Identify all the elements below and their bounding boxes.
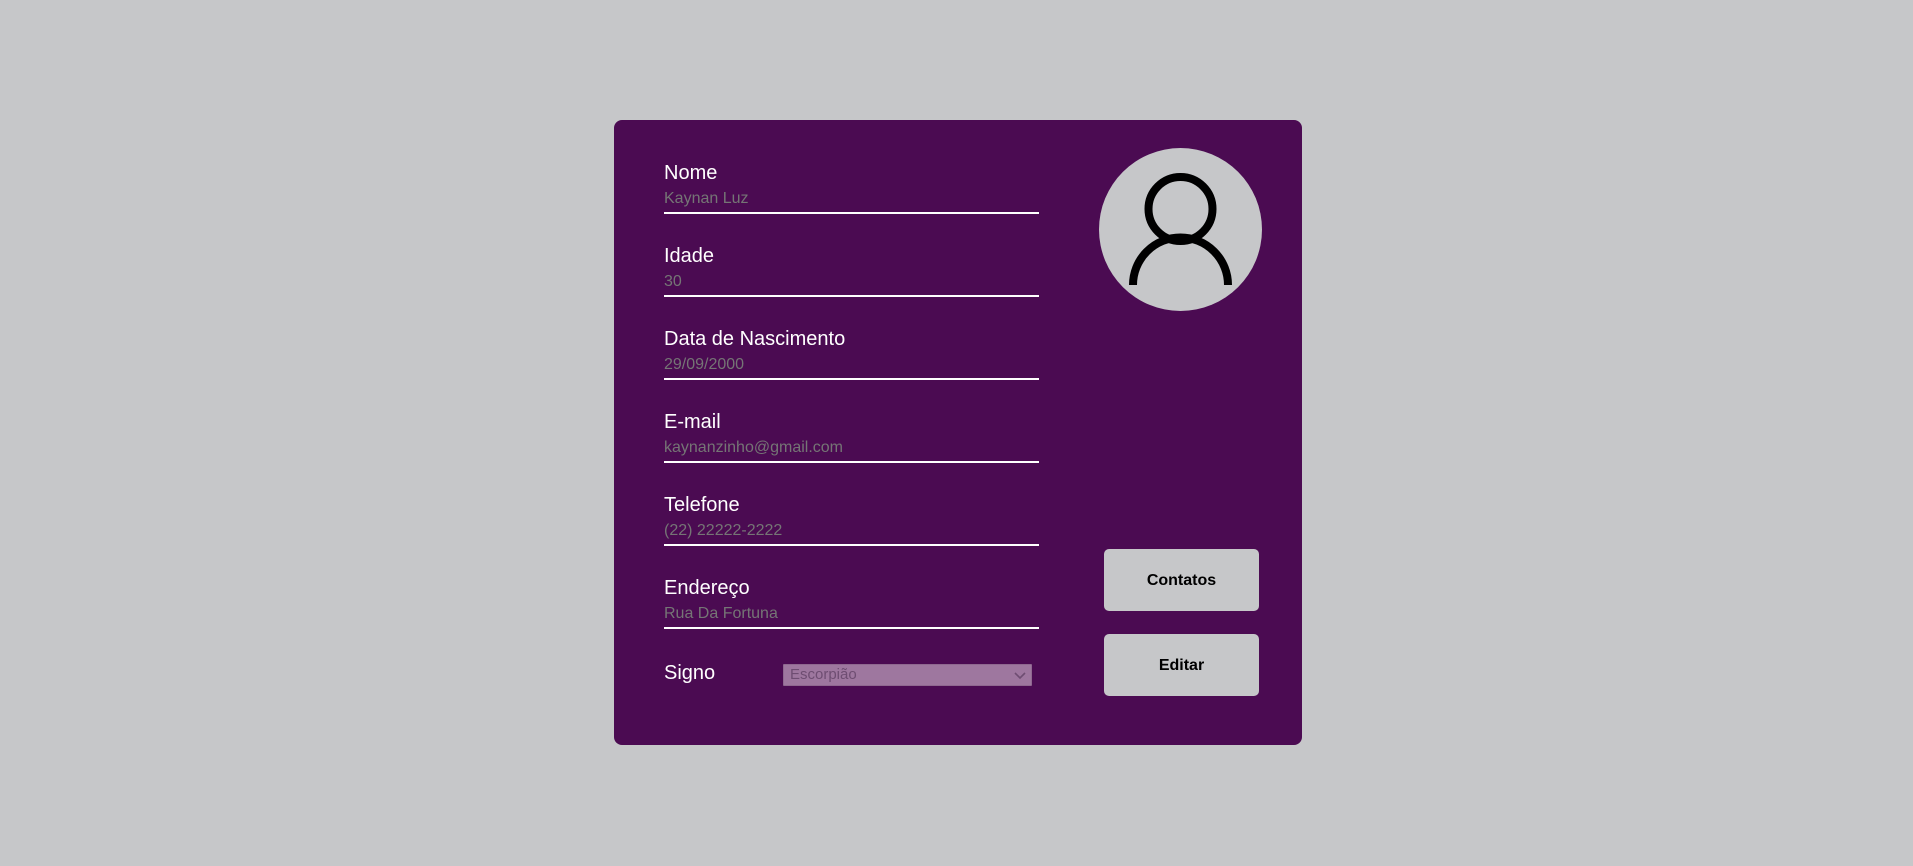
phone-field: Telefone xyxy=(664,493,1039,546)
email-label: E-mail xyxy=(664,411,721,433)
name-input[interactable] xyxy=(664,186,1039,214)
birthdate-label: Data de Nascimento xyxy=(664,328,846,350)
address-label: Endereço xyxy=(664,577,750,599)
age-field: Idade xyxy=(664,244,1039,297)
chevron-down-icon xyxy=(1013,668,1027,682)
email-input[interactable] xyxy=(664,435,1039,463)
birthdate-input[interactable] xyxy=(664,352,1039,380)
phone-input[interactable] xyxy=(664,518,1039,546)
email-field: E-mail xyxy=(664,410,1039,463)
contacts-button[interactable]: Contatos xyxy=(1104,549,1259,611)
name-field: Nome xyxy=(664,161,1039,214)
name-label: Nome xyxy=(664,162,718,184)
address-field: Endereço xyxy=(664,576,1039,629)
signo-label: Signo xyxy=(664,662,716,684)
edit-button[interactable]: Editar xyxy=(1104,634,1259,696)
age-input[interactable] xyxy=(664,269,1039,297)
phone-label: Telefone xyxy=(664,494,740,516)
user-icon xyxy=(1129,173,1232,286)
birthdate-field: Data de Nascimento xyxy=(664,327,1039,380)
profile-card: Nome Idade Data de Nascimento E-mail Tel… xyxy=(614,120,1302,745)
address-input[interactable] xyxy=(664,601,1039,629)
avatar xyxy=(1099,148,1262,311)
signo-select[interactable]: Escorpião xyxy=(783,664,1032,686)
age-label: Idade xyxy=(664,245,715,267)
signo-selected-value: Escorpião xyxy=(790,666,857,683)
